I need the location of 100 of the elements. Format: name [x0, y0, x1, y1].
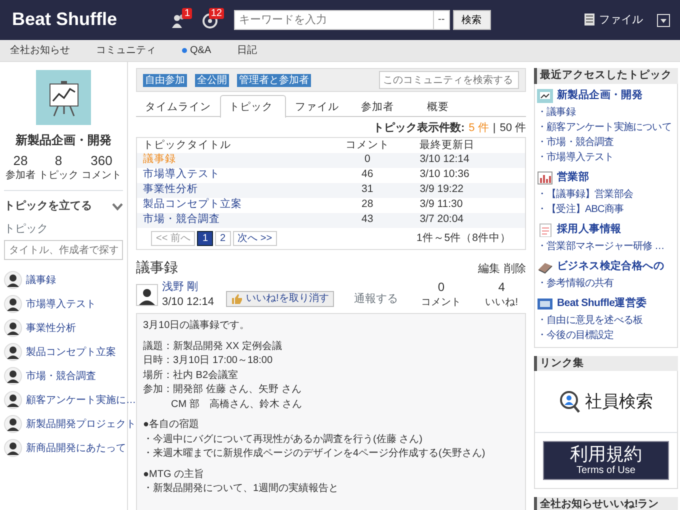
- dropdown-icon[interactable]: [657, 14, 670, 26]
- topic-link[interactable]: 事業性分析: [26, 322, 76, 335]
- search-button[interactable]: 検索: [452, 10, 491, 30]
- topic-link[interactable]: ・【議事録】営業部会: [537, 186, 675, 202]
- group-link[interactable]: 採用人事情報: [557, 222, 622, 236]
- topic-link[interactable]: ・顧客アンケート実施について: [537, 120, 675, 135]
- updated-date-cell: 3/10 12:14: [414, 152, 526, 168]
- tab[interactable]: 概要: [418, 95, 484, 117]
- group-link[interactable]: ビジネス検定合格への: [557, 260, 664, 274]
- avatar-icon: [136, 284, 158, 306]
- terms-of-use-link[interactable]: 利用規約 Terms of Use: [543, 441, 669, 480]
- page-range-text: 1件～5件（8件中）: [416, 232, 511, 246]
- stat-value: 4: [497, 280, 506, 296]
- topic-title-cell[interactable]: 製品コンセプト立案: [136, 198, 322, 213]
- topic-link[interactable]: 新製品開発プロジェクト: [26, 418, 136, 431]
- nav-link[interactable]: コミュニティ: [96, 44, 156, 57]
- notification-count: 1: [182, 8, 192, 18]
- updated-date-cell: 3/10 10:36: [414, 168, 526, 183]
- updated-date-cell: 3/7 20:04: [414, 212, 526, 228]
- report-link[interactable]: 通報する: [354, 292, 398, 306]
- employee-search-link[interactable]: 社員検索: [535, 371, 677, 434]
- body-text-line: 3月10日の議事録です。: [143, 319, 251, 334]
- stat-value: 0: [436, 280, 446, 296]
- stat-label: コメント: [421, 296, 462, 310]
- like-button[interactable]: いいね!を取り消す: [226, 290, 334, 307]
- post-action-link[interactable]: 削除: [504, 262, 526, 276]
- column-header: 最終更新日: [414, 138, 526, 153]
- thumbs-up-icon: [231, 294, 242, 304]
- body-text-line: 議題：新製品開発 XX 定例会議: [143, 340, 283, 354]
- file-link[interactable]: ファイル: [584, 12, 643, 28]
- topic-title-cell[interactable]: 事業性分析: [136, 182, 322, 198]
- page-button[interactable]: 2: [215, 231, 231, 246]
- bar-chart-icon: [537, 170, 553, 185]
- create-topic-link[interactable]: トピックを立てる: [4, 199, 92, 214]
- separator-text: |: [492, 121, 496, 136]
- group-link[interactable]: Beat Shuffle運営委: [557, 296, 647, 310]
- updated-date-cell: 3/9 11:30: [414, 198, 526, 213]
- body-text-line: 場所：社内 B2会議室: [143, 368, 240, 383]
- body-text-line: CM 部 高橋さん、鈴木 さん: [170, 398, 304, 412]
- tab[interactable]: トピック: [220, 95, 286, 118]
- panel-heading: 最近アクセスしたトピック: [534, 68, 678, 84]
- topic-link[interactable]: ・議事録: [537, 104, 675, 120]
- tab[interactable]: ファイル: [286, 95, 352, 117]
- topic-link[interactable]: 製品コンセプト立案: [26, 346, 116, 359]
- nav-link[interactable]: 全社お知らせ: [10, 44, 70, 57]
- topic-link[interactable]: ・今後の目標設定: [537, 328, 675, 343]
- topic-link[interactable]: ・市場導入テスト: [537, 150, 675, 165]
- page-size-option[interactable]: 50 件: [500, 121, 526, 136]
- stat-label: 参加者: [6, 169, 36, 182]
- avatar-icon: [4, 439, 22, 458]
- nav-link[interactable]: 日記: [237, 44, 258, 57]
- next-page-button[interactable]: 次へ >>: [232, 231, 278, 246]
- post-title: 議事録: [136, 258, 178, 276]
- topic-link[interactable]: ・市場・競合調査: [537, 134, 675, 150]
- topic-link[interactable]: ・【受注】ABC商事: [537, 202, 675, 217]
- comment-count-cell: 0: [321, 152, 414, 168]
- tab[interactable]: タイムライン: [136, 95, 220, 117]
- column-header: トピックタイトル: [136, 138, 322, 153]
- topic-search-field[interactable]: タイトル、作成者で探す: [4, 240, 123, 260]
- scope-select[interactable]: --: [434, 10, 450, 30]
- stat-value: 360: [90, 152, 114, 170]
- tag-label: 全公開: [195, 74, 229, 86]
- topic-link[interactable]: 議事録: [26, 274, 56, 287]
- avatar-icon: [4, 295, 22, 314]
- nav-link[interactable]: Q&A: [182, 44, 212, 57]
- panel-heading: 全社お知らせいいね!ラン: [534, 497, 678, 510]
- easel-chart-icon: [36, 70, 91, 125]
- page-button[interactable]: 1: [197, 231, 214, 246]
- updated-date-cell: 3/9 19:22: [414, 182, 526, 198]
- chevron-down-icon[interactable]: [112, 202, 123, 211]
- topic-title-cell[interactable]: 市場導入テスト: [136, 168, 322, 183]
- clipboard-icon: [537, 222, 553, 237]
- post-date: 3/10 12:14: [162, 296, 214, 308]
- topic-link[interactable]: ・自由に意見を述べる板: [537, 312, 675, 328]
- community-search-field[interactable]: このコミュニティを検索する: [379, 71, 519, 89]
- post-action-link[interactable]: 編集: [478, 262, 500, 276]
- body-text-line: 日時：3月10日 17:00～18:00: [143, 354, 274, 368]
- logo-text[interactable]: Beat Shuffle: [12, 8, 162, 32]
- author-link[interactable]: 浅野 剛: [162, 280, 214, 295]
- stat-value: 28: [12, 152, 29, 170]
- avatar-icon: [4, 343, 22, 362]
- topic-link[interactable]: ・営業部マネージャー研修 …: [537, 238, 675, 254]
- topic-link[interactable]: ・参考情報の共有: [537, 276, 675, 291]
- topic-title-cell[interactable]: 市場・競合調査: [136, 212, 322, 228]
- search-field[interactable]: キーワードを入力: [234, 10, 434, 30]
- document-icon: [584, 13, 595, 26]
- stat-label: いいね!: [485, 296, 518, 310]
- group-link[interactable]: 営業部: [557, 170, 590, 184]
- avatar-icon: [4, 391, 22, 410]
- topic-link[interactable]: 市場・競合調査: [26, 370, 96, 383]
- avatar-icon: [4, 367, 22, 386]
- topic-link[interactable]: 顧客アンケート実施に…: [26, 394, 136, 407]
- magnifier-person-icon: [559, 390, 581, 414]
- tab[interactable]: 参加者: [352, 95, 418, 117]
- topic-link[interactable]: 市場導入テスト: [26, 298, 96, 311]
- monitor-icon: [537, 296, 553, 311]
- body-text-line: 参加：開発部 佐藤 さん、矢野 さん: [143, 383, 302, 398]
- topic-link[interactable]: 新商品開発にあたって: [26, 442, 126, 455]
- stat-label: コメント: [82, 169, 122, 182]
- group-link[interactable]: 新製品企画・開発: [557, 88, 643, 102]
